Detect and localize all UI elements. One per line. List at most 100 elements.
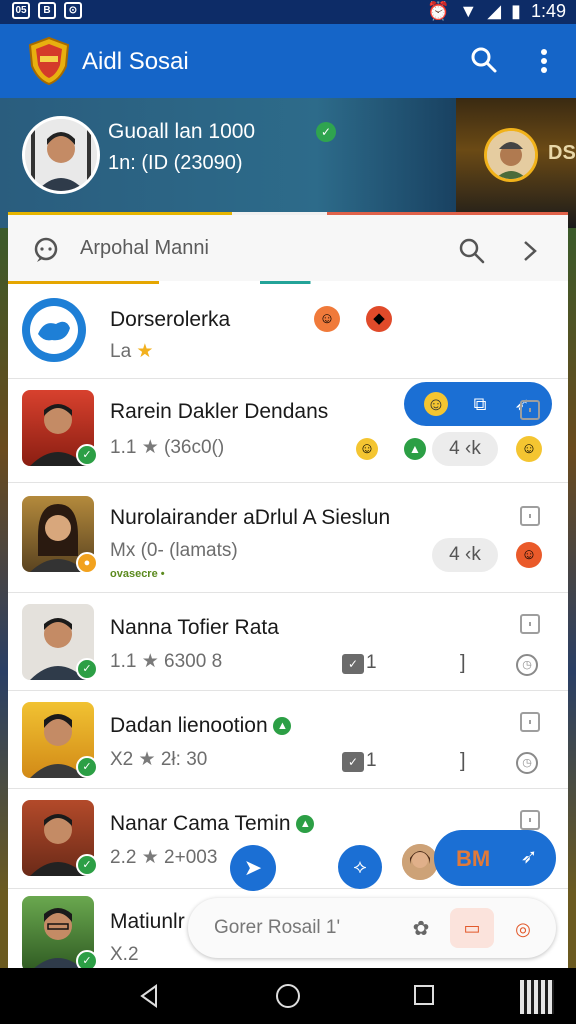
contact-name: Dadan lienootion ▲ [110, 714, 292, 738]
status-bar: 05 B ⊙ ⏰ ▼ ◢ ▮ 1:49 [0, 0, 576, 24]
star-icon: ★ [141, 847, 159, 868]
chat-bubble-icon [34, 237, 58, 262]
notification-icon-3: ⊙ [64, 2, 82, 19]
verified-icon: ▲ [296, 815, 315, 834]
message-count: 1 [366, 652, 377, 673]
send-button[interactable]: ➤ [230, 845, 276, 891]
alarm-icon: ⏰ [426, 1, 450, 21]
friend-avatar[interactable] [484, 128, 538, 182]
bracket-icon: ] [460, 750, 466, 772]
contact-name: Rarein Dakler Dendans [110, 400, 329, 423]
notification-icon-1: 05 [12, 2, 30, 19]
back-icon[interactable] [138, 984, 160, 1008]
system-nav-bar [0, 968, 576, 1024]
search-icon[interactable] [458, 237, 486, 265]
message-icon: ✓ [342, 752, 364, 772]
contact-subtitle: X2 ★ 2ł: 30 [110, 748, 207, 771]
qr-code-icon[interactable] [520, 980, 554, 1014]
contact-sub-count: (36c0() [164, 437, 225, 458]
star-icon: ★ [138, 749, 156, 770]
clock: 1:49 [530, 1, 566, 21]
location-button[interactable]: ⟡ [338, 845, 382, 889]
list-item[interactable]: ✓ Nanna Tofier Rata 1.1 ★ 6300 8 ✓ 1 ] ◷ [8, 592, 568, 691]
message-count: 1 [366, 750, 377, 771]
search-icon[interactable] [470, 46, 498, 74]
contact-subtitle: 1.1 ★ (36c0() [110, 436, 224, 459]
recent-apps-icon[interactable] [414, 985, 434, 1005]
bracket-icon: ] [460, 652, 466, 674]
list-item[interactable]: ● Nurolairander aDrlul A Sieslun Mx (0- … [8, 482, 568, 593]
contact-subtitle: La ★ [110, 340, 153, 363]
reaction-count-pill[interactable]: 4 ‹k [432, 538, 498, 572]
contact-sub-text: 2.2 [110, 847, 137, 868]
shield-logo-icon [28, 36, 70, 86]
contact-sub-count: 2ł: 30 [160, 749, 208, 770]
star-icon: ★ [141, 651, 159, 672]
compass-icon[interactable]: ◎ [510, 916, 536, 942]
list-item[interactable]: Dorserolerka La ★ ☺ ◆ ☺ ⧉ ➶ [8, 284, 568, 426]
home-icon[interactable] [276, 984, 300, 1008]
badge-icon: ◆ [366, 306, 392, 332]
online-badge-icon: ✓ [76, 854, 98, 876]
online-badge-icon: ✓ [76, 444, 98, 466]
share-arrow-icon: ➶ [520, 846, 538, 868]
list-item[interactable]: ✓ Rarein Dakler Dendans 1.1 ★ (36c0() ☺ … [8, 378, 568, 483]
contact-subtitle: Mx (0- (lamats) [110, 540, 238, 561]
online-status-icon: ✓ [316, 122, 336, 142]
checkbox-icon[interactable] [520, 614, 540, 634]
smile-icon[interactable]: ☺ [516, 542, 542, 568]
smile-icon[interactable]: ☺ [516, 436, 542, 462]
checkbox-icon[interactable] [520, 712, 540, 732]
search-input[interactable]: Arpohal Manni [80, 237, 209, 260]
search-row[interactable]: Arpohal Manni [8, 215, 568, 283]
clock-icon[interactable]: ◷ [516, 752, 538, 774]
battery-icon: ▮ [511, 1, 521, 21]
clock-icon[interactable]: ◷ [516, 654, 538, 676]
signal-icon: ◢ [487, 1, 502, 21]
star-icon: ★ [141, 437, 159, 458]
bm-label: BM [456, 846, 491, 871]
chat-icon[interactable]: ▭ [450, 908, 494, 948]
contact-sub-text: 1.1 [110, 651, 137, 672]
list-item[interactable]: ✓ Dadan lienootion ▲ X2 ★ 2ł: 30 ✓ 1 ] ◷ [8, 690, 568, 789]
sticker-icon[interactable]: ✿ [408, 916, 434, 942]
contact-sub-count: 6300 8 [164, 651, 223, 672]
compose-bar[interactable]: Gorer Rosail 1' ✿ ▭ ◎ [188, 898, 556, 958]
contact-tag: ovasecre • [110, 568, 165, 580]
app-title: Aidl Sosai [82, 48, 189, 75]
contact-name: Matiunlr [110, 910, 185, 933]
contact-subtitle: 2.2 ★ 2+003 [110, 846, 217, 869]
compose-input[interactable]: Gorer Rosail 1' [214, 917, 340, 939]
profile-name: Guoall lan 1000 [108, 120, 256, 143]
contact-sub-count: 2+003 [164, 847, 218, 868]
contact-sub-text: X2 [110, 749, 134, 770]
more-options-icon[interactable] [534, 46, 554, 76]
emoji-icon: ☺ [356, 438, 378, 460]
online-badge-icon: ✓ [76, 658, 98, 680]
notification-icon-2: B [38, 2, 56, 19]
contact-name: Dorserolerka [110, 308, 231, 331]
contact-name-text: Dadan lienootion [110, 714, 268, 737]
checkbox-icon[interactable] [520, 400, 540, 420]
chevron-right-icon[interactable] [520, 237, 540, 265]
checkbox-icon[interactable] [520, 810, 540, 830]
profile-stats: 1n: (ID (23090) [108, 152, 243, 174]
app-logo-icon [22, 298, 86, 362]
contact-subtitle: X.2 [110, 944, 139, 965]
contact-name: Nanna Tofier Rata [110, 616, 279, 639]
contact-name-text: Nanar Cama Temin [110, 812, 291, 835]
contact-subtitle: 1.1 ★ 6300 8 [110, 650, 222, 673]
emoji-icon: ☺ [314, 306, 340, 332]
bm-action-pill[interactable]: BM ➶ [434, 830, 556, 886]
checkbox-icon[interactable] [520, 506, 540, 526]
star-icon: ★ [136, 341, 154, 362]
status-icon: ▲ [404, 438, 426, 460]
verified-icon: ▲ [273, 717, 292, 736]
app-bar: Aidl Sosai [0, 24, 576, 98]
profile-avatar[interactable] [22, 116, 100, 194]
profile-banner: DS Guoall lan 1000 ✓ 1n: (ID (23090) [0, 98, 576, 228]
contact-name: Nurolairander aDrlul A Sieslun [110, 506, 391, 529]
reaction-count-pill[interactable]: 4 ‹k [432, 432, 498, 466]
status-badge-icon: ● [76, 552, 98, 574]
online-badge-icon: ✓ [76, 950, 98, 968]
